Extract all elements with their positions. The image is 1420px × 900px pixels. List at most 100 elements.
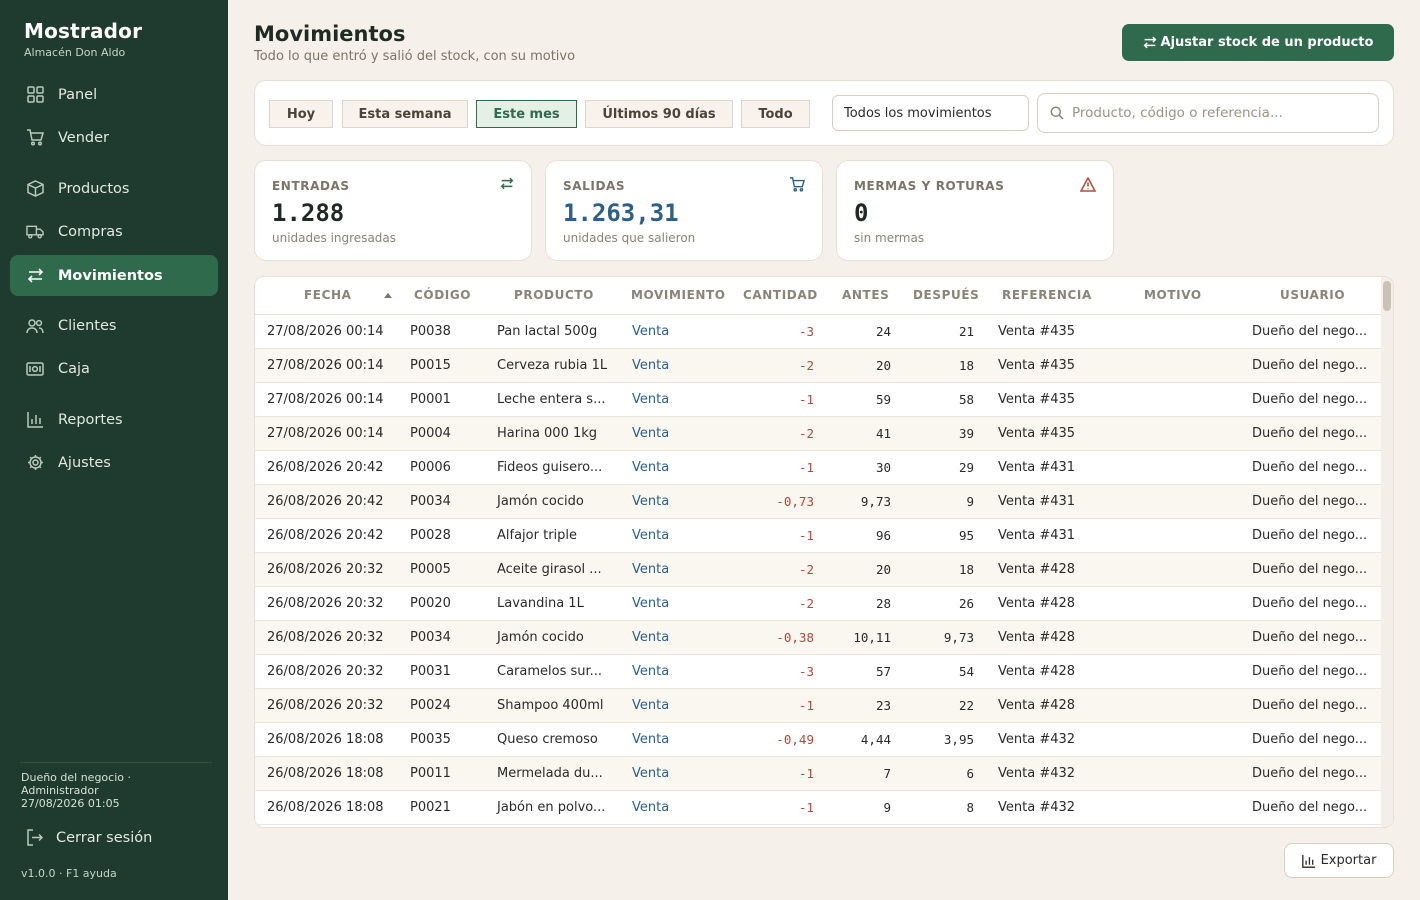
cell-movimiento[interactable]: Venta — [632, 426, 669, 441]
sidebar-item-vender[interactable]: Vender — [10, 117, 218, 158]
cell-movimiento[interactable]: Venta — [632, 528, 669, 543]
cell-cantidad: -1 — [798, 460, 814, 475]
col-codigo[interactable]: CÓDIGO — [414, 288, 471, 302]
cell-codigo: P0024 — [410, 698, 451, 713]
chip-ultimos-90-dias[interactable]: Últimos 90 días — [585, 100, 733, 128]
search-box[interactable] — [1037, 93, 1379, 133]
cell-producto: Fideos guisero... — [497, 460, 603, 475]
cell-referencia[interactable]: Venta #432 — [998, 766, 1075, 781]
col-producto[interactable]: PRODUCTO — [514, 288, 594, 302]
cell-movimiento[interactable]: Venta — [632, 664, 669, 679]
chip-hoy[interactable]: Hoy — [269, 100, 333, 128]
table-row[interactable]: 26/08/2026 18:08 P0011 Mermelada du... Vent… — [255, 757, 1383, 791]
cell-movimiento[interactable]: Venta — [632, 596, 669, 611]
cell-movimiento[interactable]: Venta — [632, 562, 669, 577]
table-row[interactable]: 27/08/2026 00:14 P0001 Leche entera s... Ve… — [255, 383, 1383, 417]
cell-referencia[interactable]: Venta #431 — [998, 528, 1075, 543]
cell-usuario: Dueño del nego... — [1252, 800, 1368, 815]
table-row[interactable]: 26/08/2026 20:32 P0034 Jamón cocido Venta -0… — [255, 621, 1383, 655]
table-row[interactable]: 27/08/2026 00:14 P0038 Pan lactal 500g Vent… — [255, 315, 1383, 349]
cell-despues: 6 — [966, 766, 974, 781]
table-row[interactable]: 26/08/2026 20:42 P0028 Alfajor triple Venta… — [255, 519, 1383, 553]
cell-despues: 18 — [958, 562, 974, 577]
col-despues[interactable]: DESPUÉS — [913, 288, 979, 302]
cell-referencia[interactable]: Venta #428 — [998, 630, 1075, 645]
sidebar-item-caja[interactable]: Caja — [10, 348, 218, 389]
table-row[interactable]: 26/08/2026 20:42 P0006 Fideos guisero... Ve… — [255, 451, 1383, 485]
cell-usuario: Dueño del nego... — [1252, 596, 1368, 611]
cell-referencia[interactable]: Venta #428 — [998, 664, 1075, 679]
col-referencia[interactable]: REFERENCIA — [1002, 288, 1092, 302]
sidebar-item-clientes[interactable]: Clientes — [10, 305, 218, 346]
table-scrollbar[interactable] — [1381, 277, 1393, 827]
cell-movimiento[interactable]: Venta — [632, 460, 669, 475]
table-row[interactable]: 26/08/2026 20:32 P0031 Caramelos sur... Ven… — [255, 655, 1383, 689]
stat-label: ENTRADAS — [272, 179, 350, 193]
col-usuario[interactable]: USUARIO — [1280, 288, 1345, 302]
chip-este-mes[interactable]: Este mes — [476, 100, 577, 128]
table-row[interactable]: 26/08/2026 20:32 P0024 Shampoo 400ml Venta -… — [255, 689, 1383, 723]
cell-antes: 28 — [875, 596, 891, 611]
sidebar-item-productos[interactable]: Productos — [10, 168, 218, 209]
table-row[interactable]: 27/08/2026 00:14 P0004 Harina 000 1kg Venta… — [255, 417, 1383, 451]
chip-todo[interactable]: Todo — [741, 100, 810, 128]
cell-movimiento[interactable]: Venta — [632, 358, 669, 373]
sidebar-item-reportes[interactable]: Reportes — [10, 399, 218, 440]
cell-referencia[interactable]: Venta #435 — [998, 426, 1075, 441]
col-cantidad[interactable]: CANTIDAD — [743, 288, 818, 302]
cell-referencia[interactable]: Venta #435 — [998, 358, 1075, 373]
cell-referencia[interactable]: Venta #435 — [998, 392, 1075, 407]
col-movimiento[interactable]: MOVIMIENTO — [631, 288, 726, 302]
movements-table: FECHA CÓDIGO PRODUCTO MOVIMIENTO CANTIDA… — [254, 276, 1394, 828]
arrows-icon — [1143, 36, 1157, 49]
cell-usuario: Dueño del nego... — [1252, 426, 1368, 441]
table-row[interactable]: 26/08/2026 20:42 P0034 Jamón cocido Venta -0… — [255, 485, 1383, 519]
search-input[interactable] — [1072, 105, 1352, 121]
table-row[interactable]: 26/08/2026 18:08 P0021 Jabón en polvo... Ve… — [255, 791, 1383, 825]
sort-ascending-icon[interactable] — [384, 293, 392, 298]
table-row[interactable]: 26/08/2026 20:32 P0020 Lavandina 1L Venta -2… — [255, 587, 1383, 621]
cell-movimiento[interactable]: Venta — [632, 800, 669, 815]
chip-esta-semana[interactable]: Esta semana — [342, 100, 468, 128]
cell-codigo: P0006 — [410, 460, 451, 475]
col-antes[interactable]: ANTES — [842, 288, 889, 302]
col-fecha[interactable]: FECHA — [304, 288, 352, 302]
cell-movimiento[interactable]: Venta — [632, 324, 669, 339]
adjust-stock-button[interactable]: Ajustar stock de un producto — [1122, 24, 1394, 61]
cell-movimiento[interactable]: Venta — [632, 732, 669, 747]
cell-fecha: 26/08/2026 20:42 — [267, 528, 384, 543]
logout-button[interactable]: Cerrar sesión — [10, 819, 218, 857]
cell-referencia[interactable]: Venta #428 — [998, 562, 1075, 577]
sidebar-item-compras[interactable]: Compras — [10, 211, 218, 252]
cell-referencia[interactable]: Venta #428 — [998, 596, 1075, 611]
cell-antes: 96 — [875, 528, 891, 543]
table-row[interactable]: 26/08/2026 20:32 P0005 Aceite girasol ... V… — [255, 553, 1383, 587]
sidebar-item-movimientos[interactable]: Movimientos — [10, 255, 218, 296]
export-button[interactable]: Exportar — [1284, 843, 1394, 878]
cell-antes: 23 — [875, 698, 891, 713]
table-row[interactable]: 26/08/2026 18:08 P0035 Queso cremoso Venta -… — [255, 723, 1383, 757]
cell-referencia[interactable]: Venta #431 — [998, 460, 1075, 475]
table-row[interactable]: 27/08/2026 00:14 P0015 Cerveza rubia 1L Ven… — [255, 349, 1383, 383]
session-datetime: 27/08/2026 01:05 — [21, 797, 120, 810]
cell-movimiento[interactable]: Venta — [632, 392, 669, 407]
adjust-stock-label: Ajustar stock de un producto — [1160, 35, 1374, 50]
cell-codigo: P0021 — [410, 800, 451, 815]
cell-movimiento[interactable]: Venta — [632, 630, 669, 645]
cell-movimiento[interactable]: Venta — [632, 494, 669, 509]
col-motivo[interactable]: MOTIVO — [1144, 288, 1202, 302]
scrollbar-thumb[interactable] — [1383, 281, 1391, 311]
movement-type-select[interactable]: Todos los movimientos — [832, 95, 1029, 131]
stat-label: MERMAS Y ROTURAS — [854, 179, 1005, 193]
sidebar-item-ajustes[interactable]: Ajustes — [10, 442, 218, 483]
cell-referencia[interactable]: Venta #435 — [998, 324, 1075, 339]
cell-fecha: 27/08/2026 00:14 — [267, 426, 384, 441]
cell-movimiento[interactable]: Venta — [632, 698, 669, 713]
cell-referencia[interactable]: Venta #432 — [998, 800, 1075, 815]
cell-referencia[interactable]: Venta #428 — [998, 698, 1075, 713]
cell-movimiento[interactable]: Venta — [632, 766, 669, 781]
cell-fecha: 26/08/2026 18:08 — [267, 800, 384, 815]
cell-referencia[interactable]: Venta #431 — [998, 494, 1075, 509]
sidebar-item-panel[interactable]: Panel — [10, 74, 218, 115]
cell-referencia[interactable]: Venta #432 — [998, 732, 1075, 747]
